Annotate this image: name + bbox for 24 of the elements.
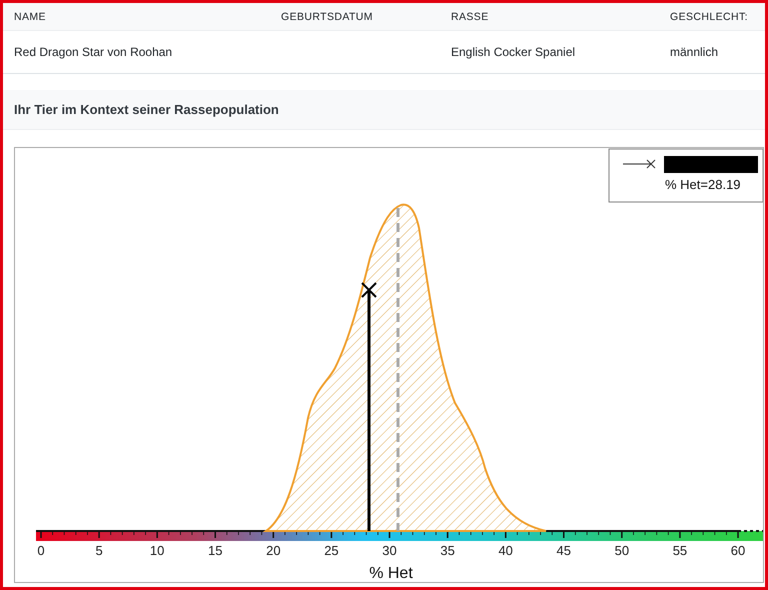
axis-tick-label: 50 bbox=[614, 543, 630, 558]
column-header: GESCHLECHT: bbox=[670, 10, 749, 22]
column-header: GEBURTSDATUM bbox=[281, 10, 374, 22]
table-cell-text: Red Dragon Star von Roohan bbox=[14, 45, 174, 59]
axis-tick-label: 60 bbox=[730, 543, 746, 558]
column-header: RASSE bbox=[451, 10, 490, 22]
table-cell-text: English Cocker Spaniel bbox=[451, 45, 576, 59]
axis-tick-label: 15 bbox=[208, 543, 222, 558]
axis-tick-label: 30 bbox=[382, 543, 397, 558]
axis-tick-label: 25 bbox=[324, 543, 339, 558]
axis-tick-label: 35 bbox=[440, 543, 455, 558]
column-header: NAME bbox=[14, 10, 47, 22]
axis-tick-label: 5 bbox=[95, 543, 103, 558]
axis-tick-label: 20 bbox=[266, 543, 281, 558]
axis-tick-label: 0 bbox=[37, 543, 45, 558]
legend-marker-icon bbox=[622, 160, 656, 168]
axis-tick-label: 10 bbox=[150, 543, 164, 558]
axis-tick-label: 55 bbox=[672, 543, 688, 558]
table-cell-text: männlich bbox=[670, 45, 720, 59]
axis-title: % Het bbox=[369, 565, 413, 582]
legend-label: % Het=28.19 bbox=[665, 177, 741, 192]
axis-tick-label: 45 bbox=[556, 543, 571, 558]
section-title: Ihr Tier im Kontext seiner Rassepopulation bbox=[14, 102, 279, 117]
axis-tick-label: 40 bbox=[498, 543, 513, 558]
